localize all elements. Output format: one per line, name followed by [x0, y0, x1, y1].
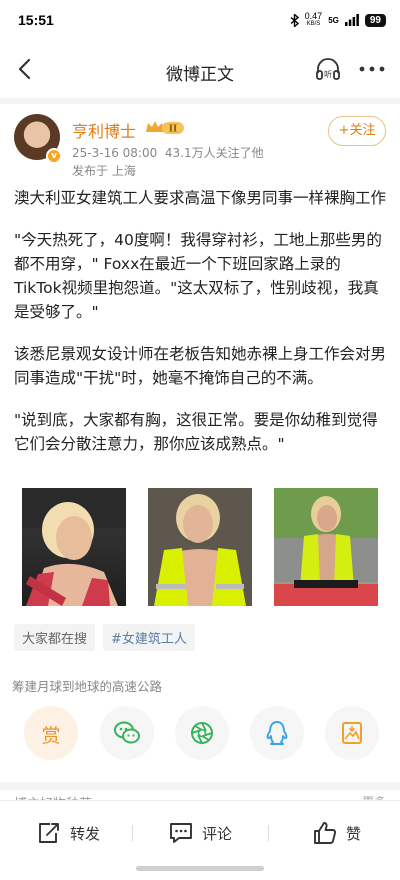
- post-meta-line: 25-3-16 08:00 43.1万人关注了他: [72, 144, 264, 162]
- author-header: v 亨利博士 II 25-3-16 08:00 43.1万人关注了他 发布于 上…: [0, 106, 400, 180]
- like-label: 赞: [346, 824, 362, 843]
- nav-bar: 微博正文 听: [0, 42, 400, 98]
- share-qq-button[interactable]: [250, 706, 304, 760]
- battery-indicator: 99: [364, 13, 386, 27]
- followers-text: 43.1万人关注了他: [164, 146, 264, 160]
- toolbar-separator: [132, 825, 133, 841]
- home-indicator[interactable]: [136, 866, 264, 871]
- post-image-selfie-car[interactable]: [22, 488, 126, 606]
- post-content: 澳大利亚女建筑工人要求高温下像男同事一样裸胸工作 "今天热死了，40度啊！我得穿…: [14, 186, 388, 474]
- post-image-grid: [22, 488, 380, 606]
- network-type: 5G: [328, 15, 339, 25]
- post-paragraph: 澳大利亚女建筑工人要求高温下像男同事一样裸胸工作: [14, 189, 387, 207]
- follow-button[interactable]: +关注: [328, 116, 386, 146]
- comment-label: 评论: [202, 824, 233, 843]
- svg-text:听: 听: [324, 70, 332, 79]
- listen-headphones-icon[interactable]: 听: [314, 56, 342, 84]
- reward-label: 赏: [41, 725, 61, 747]
- save-image-button[interactable]: [325, 706, 379, 760]
- comment-icon: [170, 823, 192, 843]
- status-indicators: 0.47 KB/S 5G 99: [290, 12, 386, 28]
- post-paragraph: "说到底，大家都有胸，这很正常。要是你幼稚到觉得它们会分散注意力，那你应该成熟点…: [14, 411, 378, 453]
- section-divider: [0, 98, 400, 104]
- author-slogan: 筹建月球到地球的高速公路: [12, 679, 163, 694]
- moments-aperture-icon: [191, 722, 213, 744]
- post-image-outdoor-vest[interactable]: [274, 488, 378, 606]
- repost-label: 转发: [70, 824, 101, 843]
- wechat-icon: [114, 721, 140, 744]
- post-location: 发布于 上海: [72, 164, 136, 178]
- status-bar: 15:51 0.47 KB/S 5G 99: [0, 0, 400, 42]
- topic-tag[interactable]: #女建筑工人: [103, 624, 195, 651]
- member-crown-badge-icon[interactable]: II: [144, 118, 188, 138]
- like-button[interactable]: 赞: [312, 819, 361, 847]
- share-actions: 赏: [22, 706, 382, 760]
- section-divider: [0, 782, 400, 790]
- post-paragraph: 该悉尼景观女设计师在老板告知她赤裸上身工作会对男同事造成"干扰"时，她毫不掩饰自…: [14, 345, 387, 387]
- repost-icon: [39, 823, 59, 843]
- share-wechat-button[interactable]: [100, 706, 154, 760]
- thumbs-up-icon: [314, 822, 337, 844]
- author-name[interactable]: 亨利博士: [72, 118, 136, 142]
- verified-badge-icon: v: [46, 148, 62, 164]
- post-image-hi-vis-vest[interactable]: [148, 488, 252, 606]
- net-speed-unit: KB/S: [306, 21, 321, 27]
- qq-penguin-icon: [266, 721, 288, 745]
- toolbar-separator: [268, 825, 269, 841]
- signal-icon: [344, 14, 359, 26]
- bluetooth-icon: [290, 13, 299, 27]
- trending-search-tag[interactable]: 大家都在搜: [14, 624, 96, 651]
- post-paragraph: "今天热死了，40度啊！我得穿衬衫，工地上那些男的都不用穿，" Foxx在最近一…: [14, 231, 382, 321]
- save-picture-icon: [342, 722, 362, 744]
- post-date: 25-3-16 08:00: [72, 146, 158, 160]
- tag-row: 大家都在搜 #女建筑工人: [14, 624, 195, 651]
- repost-button[interactable]: 转发: [36, 819, 100, 847]
- reward-button[interactable]: 赏: [24, 706, 78, 760]
- more-options-icon[interactable]: [358, 64, 386, 74]
- status-time: 15:51: [18, 12, 54, 28]
- level-badge-text: II: [169, 125, 177, 135]
- net-speed: 0.47 KB/S: [305, 12, 323, 28]
- author-meta: 25-3-16 08:00 43.1万人关注了他 发布于 上海: [72, 144, 264, 180]
- net-speed-value: 0.47: [304, 11, 323, 21]
- share-moments-button[interactable]: [175, 706, 229, 760]
- bottom-toolbar: 转发 评论 赞: [0, 800, 400, 864]
- comment-button[interactable]: 评论: [168, 819, 232, 847]
